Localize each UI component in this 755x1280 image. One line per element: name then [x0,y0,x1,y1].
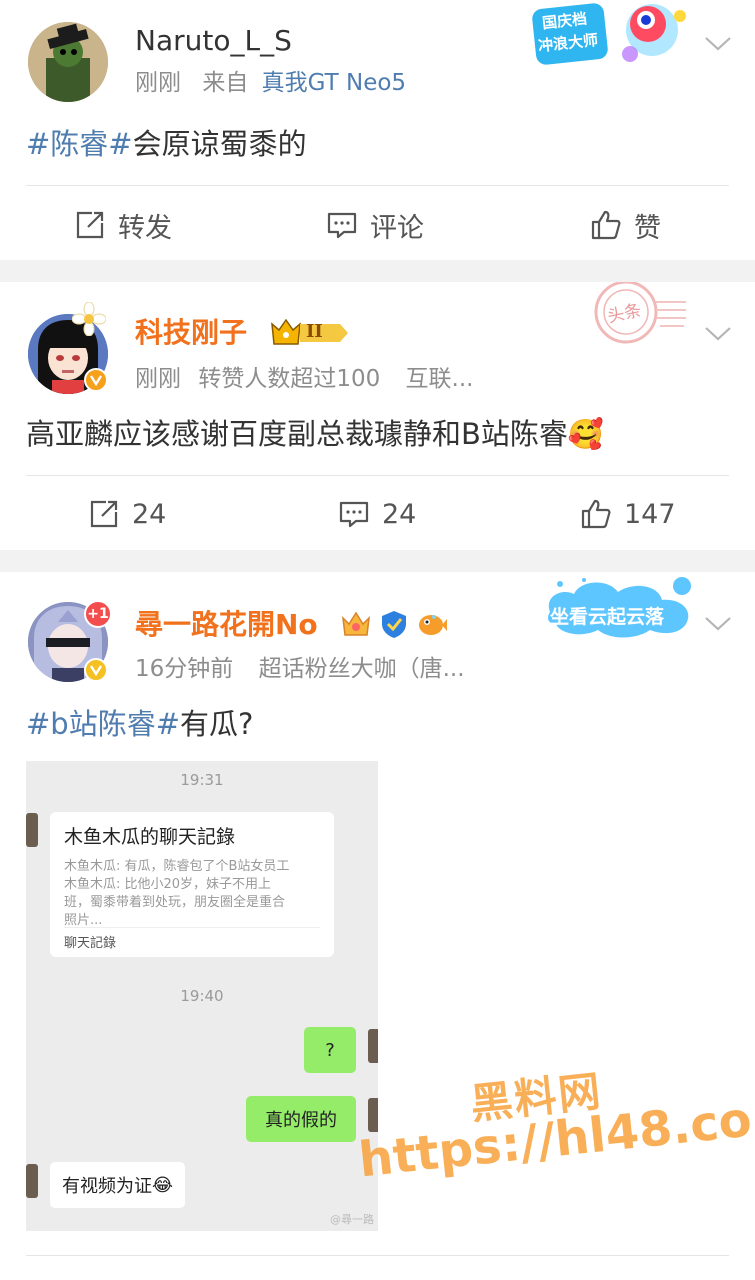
repost-button[interactable]: 转发 [74,205,172,245]
event-badge: 坐看云起云落 [540,574,700,644]
flower-icon [72,302,106,336]
chat-history-card: 木鱼木瓜的聊天記錄 木鱼木瓜: 有瓜，陈睿包了个B站女员工 木鱼木瓜: 比他小2… [50,812,334,957]
event-badge: 国庆档 冲浪大师 [530,2,700,72]
thumbs-up-icon [581,499,611,529]
event-badge-text: 坐看云起云落 [550,606,665,628]
crown-badge-icon[interactable] [340,608,372,640]
username[interactable]: Naruto_L_S [135,24,292,58]
comment-button[interactable]: 评论 [326,205,424,245]
post-body: #陈睿#会原谅蜀黍的 [26,124,735,164]
user-badges [340,608,448,640]
chat-message-text: 有视频为证 [62,1176,152,1197]
repost-icon [76,211,104,239]
chevron-down-icon[interactable] [703,614,733,634]
username[interactable]: 科技刚子 [135,316,247,350]
chat-time-2: 19:40 [180,987,224,1005]
notification-count[interactable]: +1 [84,600,112,628]
post-text: 会原谅蜀黍的 [132,127,307,161]
chat-avatar [26,813,38,847]
source-prefix: 来自 [202,70,249,96]
post-card-2: 科技刚子 II 刚刚 转赞人数超过100 互联... 头条 高亚麟应该感谢百度副… [0,280,755,550]
post-meta: 刚刚 来自 真我GT Neo5 [135,68,420,98]
post-card-1: Naruto_L_S 刚刚 来自 真我GT Neo5 国庆档 冲浪大师 #陈睿#… [0,0,755,260]
chat-card-line: 班，蜀黍带着到处玩，朋友圈全是重合 [64,895,286,910]
post-time: 刚刚 [135,366,181,392]
post-body: 高亚麟应该感谢百度副总裁璩静和B站陈睿🥰 [26,414,735,454]
member-level-badge[interactable]: II [270,318,350,348]
like-label: 赞 [634,212,661,244]
comment-button[interactable]: 24 [338,494,416,534]
chat-message-sent: 真的假的 [246,1096,356,1142]
repost-count: 24 [132,498,167,530]
verified-icon [84,658,108,682]
topic-link[interactable]: #陈睿# [26,127,133,161]
meta-repost-info: 转赞人数超过100 [198,366,381,392]
topic-link[interactable]: #b站陈睿# [26,707,180,741]
chat-card-footer: 聊天記錄 [64,927,320,951]
avatar-image [28,22,108,102]
chat-card-title: 木鱼木瓜的聊天記錄 [64,826,236,848]
shield-badge-icon[interactable] [378,608,410,640]
post-text: 高亚麟应该感谢百度副总裁璩静和B站陈睿 [26,417,568,451]
emoji: 🥰 [567,417,605,451]
username[interactable]: 尋一路花開No [135,608,318,642]
chat-card-line: 木鱼木瓜: 比他小20岁，妹子不用上 [64,877,272,892]
repost-label: 转发 [118,212,172,244]
avatar[interactable] [28,22,108,102]
like-button[interactable]: 147 [580,494,676,534]
member-level: II [306,321,323,342]
image-watermark: @尋一路 [330,1213,374,1226]
verified-icon [84,368,108,392]
source-device[interactable]: 真我GT Neo5 [262,70,406,96]
post-time: 16分钟前 [135,656,234,682]
comment-icon [339,501,369,528]
post-text: 有瓜? [180,707,254,741]
chat-avatar [368,1098,378,1132]
like-count: 147 [624,498,676,530]
repost-button[interactable]: 24 [88,494,166,534]
post-time: 刚刚 [135,70,181,96]
chevron-down-icon[interactable] [703,324,733,344]
chat-card-line: 木鱼木瓜: 有瓜，陈睿包了个B站女员工 [64,859,290,874]
divider [26,185,729,186]
comment-icon [327,212,357,239]
post-image-chat-screenshot[interactable]: 19:31 木鱼木瓜的聊天記錄 木鱼木瓜: 有瓜，陈睿包了个B站女员工 木鱼木瓜… [26,761,378,1231]
chat-message-sent: ? [304,1027,356,1073]
chat-time-1: 19:31 [180,771,224,789]
repost-icon [90,500,118,528]
chat-message-received: 有视频为证 😂 [50,1162,186,1208]
pufferfish-badge-icon[interactable] [416,608,448,640]
meta-category: 互联... [405,366,474,392]
headline-stamp: 头条 [576,280,688,358]
chat-avatar [368,1029,378,1063]
comment-label: 评论 [370,212,424,244]
comment-count: 24 [382,498,417,530]
chevron-down-icon[interactable] [703,34,733,54]
emoji: 😂 [152,1174,174,1196]
chat-avatar [26,1164,38,1198]
meta-supertopic: 超话粉丝大咖（唐... [258,656,465,682]
post-meta: 16分钟前 超话粉丝大咖（唐... [135,654,479,684]
post-meta: 刚刚 转赞人数超过100 互联... [135,364,487,394]
like-button[interactable]: 赞 [590,205,661,245]
divider [26,1255,729,1256]
thumbs-up-icon [591,210,621,240]
divider [26,475,729,476]
post-body: #b站陈睿#有瓜? [26,704,735,744]
